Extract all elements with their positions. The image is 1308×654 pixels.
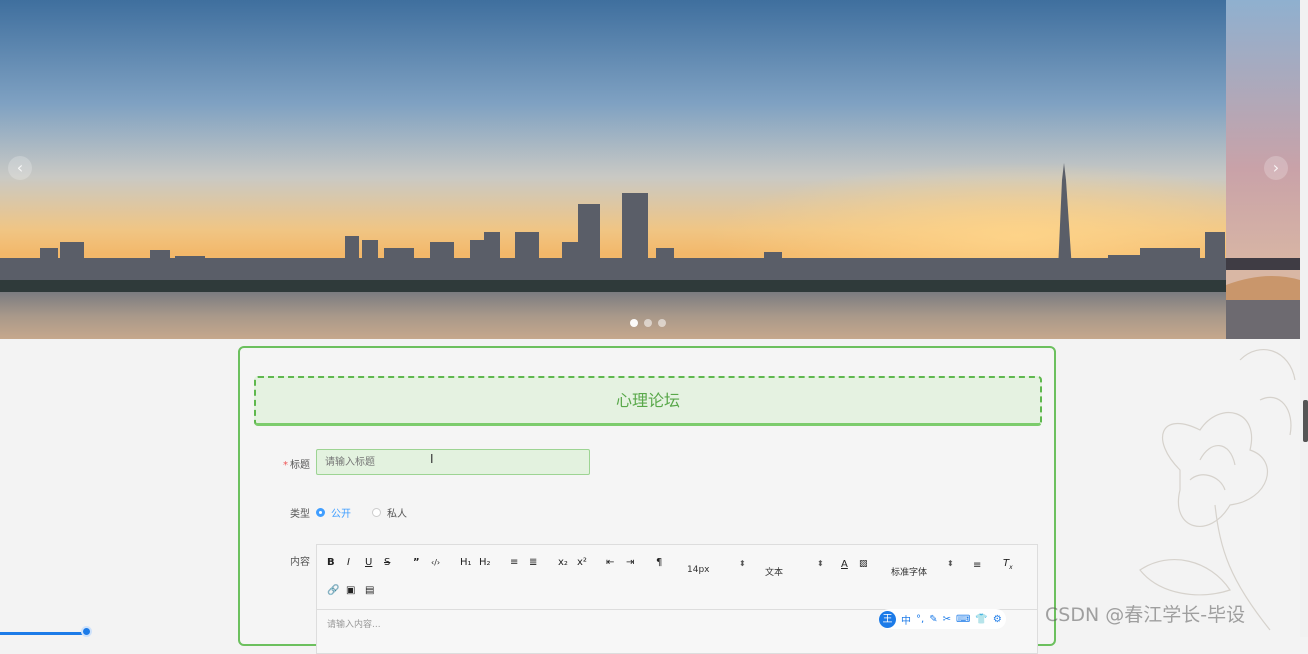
carousel-prev-button[interactable]: ‹ — [8, 156, 32, 180]
clear-format-button[interactable]: Tx — [1003, 558, 1013, 571]
radio-public[interactable]: 公开 — [316, 505, 351, 520]
title-field-label: * 标题 — [283, 460, 310, 471]
ordered-list-button[interactable]: ≡ — [510, 557, 518, 568]
page-title: 心理论坛 — [615, 391, 680, 410]
code-button[interactable]: ‹/› — [431, 558, 440, 567]
quote-button[interactable]: ” — [413, 557, 420, 568]
image-icon[interactable]: ▣ — [346, 585, 355, 596]
ime-handwrite-icon[interactable]: ✎ — [929, 614, 937, 625]
text-cursor-icon: I — [430, 452, 434, 466]
radio-circle[interactable] — [372, 508, 381, 517]
h2-button[interactable]: H₂ — [479, 557, 491, 568]
strike-button[interactable]: S — [384, 557, 390, 568]
carousel-dot[interactable] — [644, 319, 652, 327]
ime-language-icon[interactable]: 中 — [901, 612, 911, 627]
radio-public-label: 公开 — [331, 509, 351, 520]
underline-button[interactable]: U — [365, 557, 372, 568]
rich-text-editor[interactable]: B I U S ” ‹/› H₁ H₂ ≡ ≣ x₂ x² ⇤ ⇥ ¶ 14px… — [316, 544, 1038, 654]
radio-private[interactable]: 私人 — [372, 505, 407, 520]
ime-logo-icon[interactable]: 王 — [879, 610, 896, 628]
font-family-select[interactable]: 标准字体 ⬍ — [891, 559, 954, 578]
select-arrow-icon: ⬍ — [947, 559, 954, 568]
type-field-label: 类型 — [290, 509, 310, 520]
content-placeholder: 请输入内容... — [327, 620, 381, 630]
ime-tools-icon[interactable]: ✂ — [943, 614, 951, 625]
outdent-button[interactable]: ⇤ — [606, 557, 614, 568]
h1-button[interactable]: H₁ — [460, 557, 472, 568]
select-arrow-icon: ⬍ — [817, 559, 824, 568]
radio-circle[interactable] — [316, 508, 325, 517]
banner-carousel[interactable]: ‹ — [0, 0, 1226, 339]
text-direction-button[interactable]: ¶ — [656, 557, 662, 568]
radio-private-label: 私人 — [387, 509, 407, 520]
lotus-decoration — [1139, 349, 1296, 631]
ime-punctuation-icon[interactable]: °, — [916, 614, 924, 625]
background-color-button[interactable]: ▨ — [859, 559, 868, 569]
ime-keyboard-icon[interactable]: ⌨ — [956, 614, 970, 625]
ime-toolbar: 王 中 °, ✎ ✂ ⌨ 👕 ⚙ — [879, 609, 1006, 629]
carousel-dot[interactable] — [630, 319, 638, 327]
video-progress-knob[interactable] — [81, 626, 92, 637]
required-mark: * — [283, 460, 288, 471]
italic-button[interactable]: I — [347, 557, 350, 568]
forum-post-form: 心理论坛 *标题 I 类型 公开 私人 内容 B I U S ” ‹/› H₁ … — [238, 346, 1056, 654]
carousel-next-button[interactable]: › — [1264, 156, 1288, 180]
video-icon[interactable]: ▤ — [365, 585, 374, 596]
font-color-button[interactable]: A — [841, 559, 848, 570]
carousel-dot[interactable] — [658, 319, 666, 327]
page-scrollbar[interactable] — [1300, 0, 1308, 637]
subscript-button[interactable]: x₂ — [558, 557, 568, 568]
link-icon[interactable]: 🔗 — [327, 585, 339, 596]
form-title-box: 心理论坛 — [254, 376, 1042, 426]
carousel-next-slide-preview — [1226, 0, 1300, 339]
video-progress-bar[interactable] — [0, 632, 86, 635]
bullet-list-button[interactable]: ≣ — [529, 557, 537, 568]
scrollbar-thumb[interactable] — [1303, 400, 1308, 442]
skyline-image — [0, 0, 1226, 339]
bold-button[interactable]: B — [327, 557, 335, 568]
align-button[interactable]: ≡ — [973, 560, 981, 571]
content-field-label: 内容 — [290, 557, 310, 568]
indent-button[interactable]: ⇥ — [626, 557, 634, 568]
select-arrow-icon: ⬍ — [739, 559, 746, 568]
title-input[interactable] — [316, 449, 590, 475]
header-select[interactable]: 文本 ⬍ — [765, 559, 824, 578]
carousel-dots — [630, 319, 666, 327]
csdn-watermark: CSDN @春江学长-毕设 — [1045, 604, 1246, 626]
font-size-select[interactable]: 14px ⬍ — [687, 559, 746, 575]
ime-skin-icon[interactable]: 👕 — [975, 614, 987, 625]
superscript-button[interactable]: x² — [577, 557, 587, 568]
ime-settings-icon[interactable]: ⚙ — [993, 614, 1002, 625]
